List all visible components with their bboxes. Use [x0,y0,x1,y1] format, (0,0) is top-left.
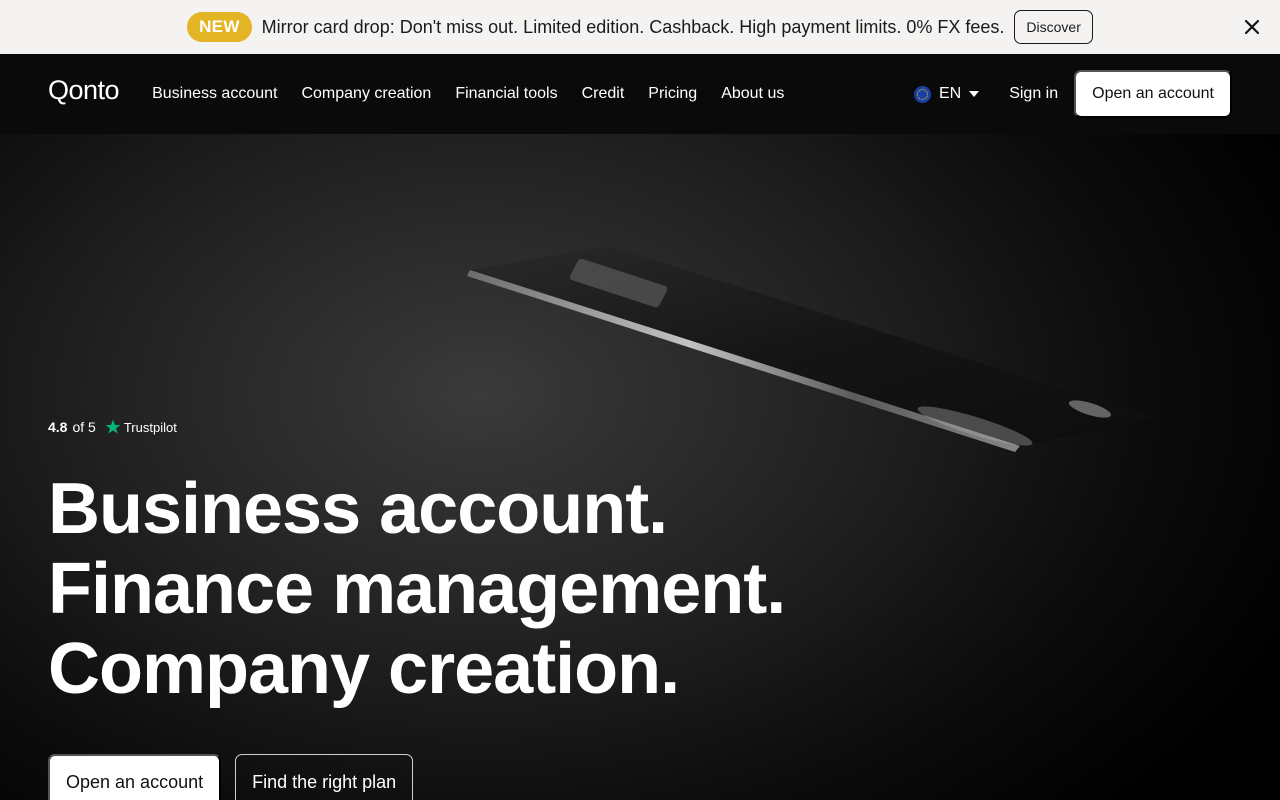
promo-banner: NEW Mirror card drop: Don't miss out. Li… [0,0,1280,54]
qonto-logo[interactable]: Qonto [48,75,120,106]
find-plan-button[interactable]: Find the right plan [235,754,414,800]
new-badge: NEW [187,12,252,42]
promo-text: Mirror card drop: Don't miss out. Limite… [261,16,1005,37]
trustpilot-star-icon [105,419,121,434]
nav-link-business-account[interactable]: Business account [152,85,277,103]
headline-line-3: Company creation. [48,629,680,709]
close-banner-button[interactable] [1238,13,1266,41]
sign-in-link[interactable]: Sign in [1009,85,1058,103]
main-nav: Qonto Business account Company creation … [0,54,1280,134]
chevron-down-icon [969,91,980,97]
discover-button[interactable]: Discover [1014,10,1093,44]
trustpilot-logo: Trustpilot [105,419,177,435]
hero-section: 4.8 of 5 Trustpilot Business account. Fi… [0,134,1280,800]
nav-link-financial-tools[interactable]: Financial tools [455,85,557,103]
headline-line-2: Finance management. [48,549,786,629]
nav-link-pricing[interactable]: Pricing [648,85,697,103]
nav-link-about-us[interactable]: About us [721,85,784,103]
open-account-hero-button[interactable]: Open an account [48,754,222,800]
headline-line-1: Business account. [48,469,668,549]
trustpilot-rating[interactable]: 4.8 of 5 Trustpilot [48,419,177,435]
promo-banner-content: NEW Mirror card drop: Don't miss out. Li… [187,10,1093,44]
nav-link-company-creation[interactable]: Company creation [301,85,431,103]
rating-score: 4.8 [48,419,68,435]
open-account-nav-button[interactable]: Open an account [1074,70,1232,118]
language-selector[interactable]: EN [913,85,980,103]
hero-headline: Business account. Finance management. Co… [48,469,786,709]
rating-suffix: of 5 [72,419,96,435]
hero-cta-row: Open an account Find the right plan [48,754,414,800]
language-label: EN [938,85,962,102]
eu-flag-icon [913,85,931,103]
nav-right: EN Sign in Open an account [913,70,1232,118]
close-icon [1244,19,1260,35]
trustpilot-name: Trustpilot [123,419,177,435]
nav-links: Business account Company creation Financ… [152,85,784,103]
nav-link-credit[interactable]: Credit [582,85,625,103]
